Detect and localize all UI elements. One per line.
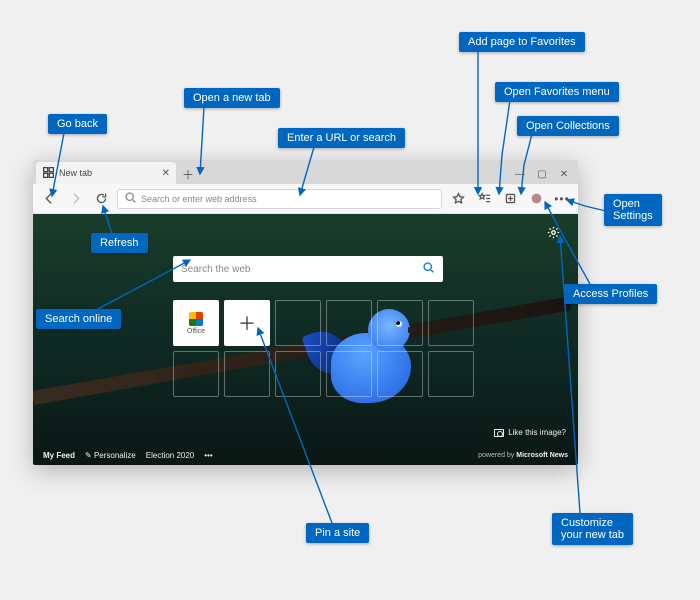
callout-new-tab: Open a new tab <box>184 88 280 108</box>
minimize-icon[interactable]: ― <box>514 168 526 180</box>
refresh-icon <box>95 192 108 205</box>
close-window-icon[interactable]: ✕ <box>558 168 570 180</box>
callout-refresh: Refresh <box>91 233 148 253</box>
tile-empty[interactable] <box>377 300 423 346</box>
forward-arrow-icon <box>69 192 82 205</box>
star-icon <box>452 192 465 205</box>
collections-icon <box>504 192 517 205</box>
profile-button[interactable] <box>526 189 546 209</box>
tab-close-icon[interactable]: ✕ <box>162 168 170 179</box>
tab-new-tab[interactable]: New tab ✕ <box>36 162 176 184</box>
powered-by: powered by Microsoft News <box>478 452 568 459</box>
gear-icon <box>547 226 560 239</box>
more-icon: ••• <box>554 192 570 206</box>
favorites-menu-button[interactable] <box>474 189 494 209</box>
tab-title: New tab <box>59 168 92 178</box>
tile-empty[interactable] <box>326 300 372 346</box>
feed-more[interactable]: ••• <box>204 451 212 460</box>
maximize-icon[interactable]: ▢ <box>536 168 548 180</box>
feed-bar: My Feed ✎ Personalize Election 2020 ••• … <box>33 445 578 465</box>
quick-links-grid: Office ＋ <box>173 300 474 397</box>
window-controls: ― ▢ ✕ <box>514 168 578 184</box>
avatar-icon <box>530 192 543 205</box>
callout-pin: Pin a site <box>306 523 369 543</box>
tile-empty[interactable] <box>173 351 219 397</box>
tile-office[interactable]: Office <box>173 300 219 346</box>
feed-personalize[interactable]: ✎ Personalize <box>85 451 136 460</box>
forward-button[interactable] <box>65 189 85 209</box>
tile-empty[interactable] <box>428 351 474 397</box>
callout-profiles: Access Profiles <box>564 284 657 304</box>
web-search-box[interactable]: Search the web <box>173 256 443 282</box>
web-search-placeholder: Search the web <box>181 264 251 275</box>
like-image-label: Like this image? <box>508 428 566 437</box>
callout-fav-menu: Open Favorites menu <box>495 82 619 102</box>
tile-empty[interactable] <box>428 300 474 346</box>
address-placeholder: Search or enter web address <box>141 194 257 204</box>
back-button[interactable] <box>39 189 59 209</box>
toolbar: Search or enter web address ••• <box>33 184 578 214</box>
new-tab-button[interactable]: ＋ <box>178 164 198 184</box>
callout-collections: Open Collections <box>517 116 619 136</box>
callout-url: Enter a URL or search <box>278 128 405 148</box>
star-list-icon <box>478 192 491 205</box>
callout-settings: Open Settings <box>604 194 662 226</box>
collections-button[interactable] <box>500 189 520 209</box>
search-submit-icon[interactable] <box>422 261 435 277</box>
callout-customize: Customize your new tab <box>552 513 633 545</box>
customize-button[interactable] <box>547 226 560 244</box>
tab-strip: New tab ✕ ＋ ― ▢ ✕ <box>33 160 578 184</box>
tile-empty[interactable] <box>326 351 372 397</box>
camera-icon <box>494 429 504 437</box>
add-favorite-button[interactable] <box>448 189 468 209</box>
settings-menu-button[interactable]: ••• <box>552 189 572 209</box>
feed-election[interactable]: Election 2020 <box>146 451 194 460</box>
office-icon <box>189 312 203 326</box>
refresh-button[interactable] <box>91 189 111 209</box>
tab-favicon <box>42 166 55 181</box>
tile-empty[interactable] <box>275 351 321 397</box>
tile-label: Office <box>187 328 205 335</box>
callout-go-back: Go back <box>48 114 107 134</box>
back-arrow-icon <box>43 192 56 205</box>
tile-add-site[interactable]: ＋ <box>224 300 270 346</box>
tile-empty[interactable] <box>377 351 423 397</box>
callout-search-online: Search online <box>36 309 121 329</box>
search-icon <box>124 191 137 206</box>
tile-empty[interactable] <box>224 351 270 397</box>
callout-add-fav: Add page to Favorites <box>459 32 585 52</box>
like-image-link[interactable]: Like this image? <box>494 428 566 437</box>
address-bar[interactable]: Search or enter web address <box>117 189 442 209</box>
feed-my-feed[interactable]: My Feed <box>43 451 75 460</box>
plus-icon: ＋ <box>238 310 256 336</box>
tile-empty[interactable] <box>275 300 321 346</box>
